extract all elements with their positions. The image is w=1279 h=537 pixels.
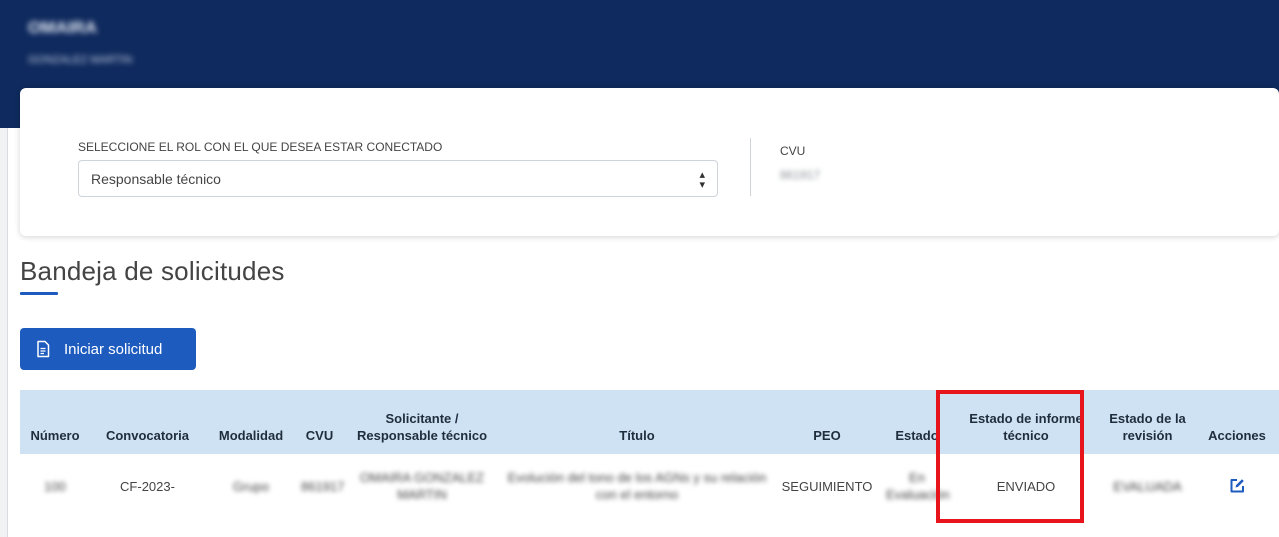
col-numero[interactable]: Número [20,390,90,454]
cell-peo: SEGUIMIENTO [781,478,873,494]
col-acciones: Acciones [1195,390,1279,454]
role-selector-card: SELECCIONE EL ROL CON EL QUE DESEA ESTAR… [20,88,1279,236]
col-estado-revision[interactable]: Estado de la revisión [1100,390,1195,454]
page-title: Bandeja de solicitudes [20,256,285,286]
title-underline [20,292,58,295]
requests-table: Número Convocatoria Modalidad CVU Solici… [20,390,1279,518]
col-cvu[interactable]: CVU [297,390,342,454]
cell-modalidad: Grupo [232,478,270,494]
role-label: SELECCIONE EL ROL CON EL QUE DESEA ESTAR… [78,140,443,154]
edit-icon[interactable] [1228,477,1246,495]
cvu-value: 861917 [780,168,821,182]
cell-solicitante: OMAIRA GONZALEZ MARTIN [359,470,485,502]
col-peo[interactable]: PEO [772,390,882,454]
col-estado[interactable]: Estado [882,390,952,454]
cell-convocatoria: CF-2023- [120,478,175,494]
col-convocatoria[interactable]: Convocatoria [90,390,205,454]
cvu-label: CVU [780,144,806,158]
cell-estado: En Evaluación [886,470,950,502]
cell-estado-revision: EVALUADA [1113,478,1182,494]
col-solicitante[interactable]: Solicitante / Responsable técnico [342,390,502,454]
table-row[interactable]: 100 CF-2023- Grupo 861917 OMAIRA GONZALE… [20,454,1279,518]
cell-numero: 100 [44,478,66,494]
select-arrows-icon: ▴ ▾ [699,169,705,191]
start-request-label: Iniciar solicitud [64,340,163,358]
col-estado-informe[interactable]: Estado de informe técnico [952,390,1100,454]
role-select[interactable]: Responsable técnico ▴ ▾ [78,160,718,197]
start-request-button[interactable]: Iniciar solicitud [20,328,196,370]
left-sidebar-edge [0,128,8,537]
document-icon [34,340,52,358]
vertical-divider [750,138,751,196]
table-header-row: Número Convocatoria Modalidad CVU Solici… [20,390,1279,454]
cell-estado-informe: ENVIADO [996,478,1056,494]
role-select-value: Responsable técnico [91,170,221,187]
user-name: OMAIRA [28,18,97,37]
cell-cvu: 861917 [301,478,345,494]
user-subtitle: GONZALEZ MARTIN [28,54,133,66]
col-modalidad[interactable]: Modalidad [205,390,297,454]
col-titulo[interactable]: Título [502,390,772,454]
cell-titulo: Evolución del tono de los AGNs y su rela… [507,470,767,502]
cell-acciones [1195,454,1279,518]
